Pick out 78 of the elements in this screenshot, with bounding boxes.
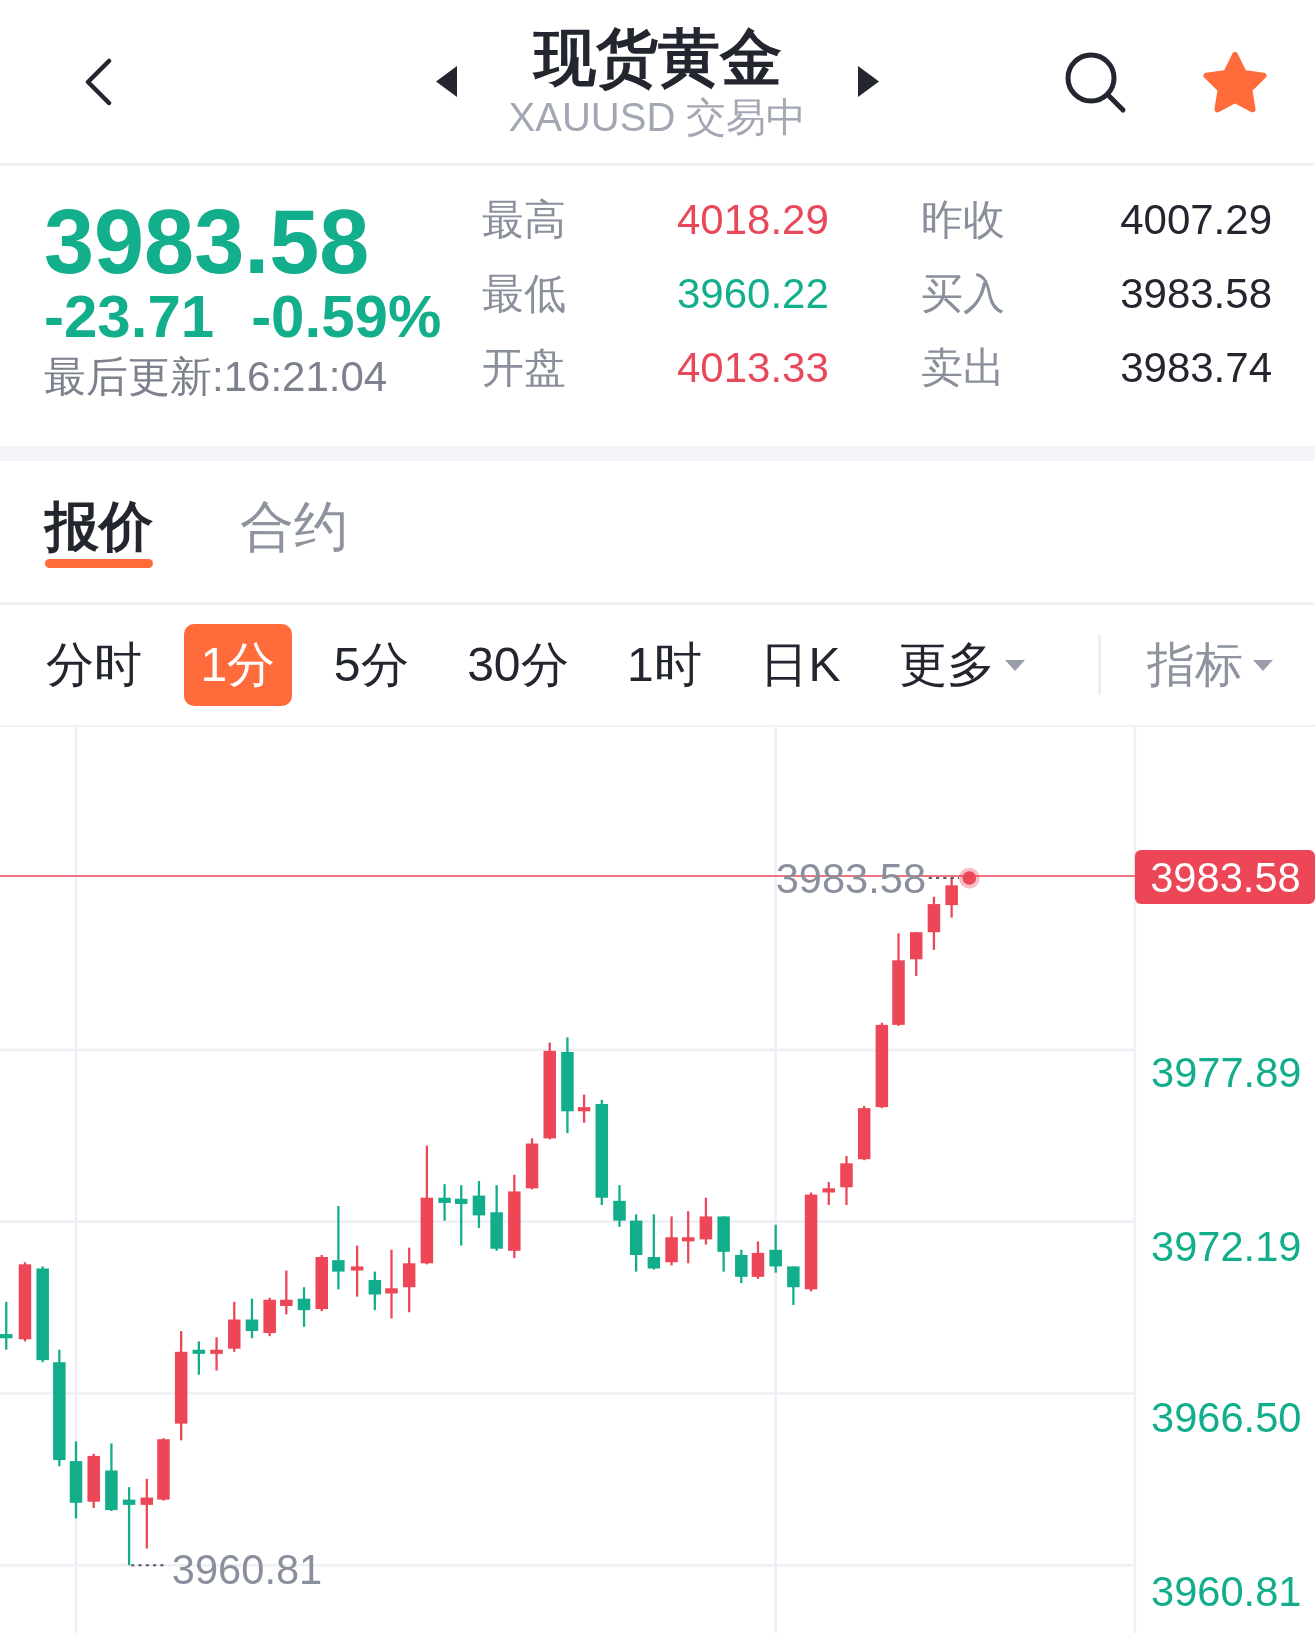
falling-candle xyxy=(368,1271,382,1311)
low-price-label: 3960.81 xyxy=(171,1545,323,1593)
rising-candle xyxy=(822,1182,835,1205)
rising-candle xyxy=(945,878,958,918)
tab[interactable]: 报价 xyxy=(45,499,153,568)
stat-label: 最高 xyxy=(482,195,567,245)
update-time: 最后更新:16:21:04 xyxy=(44,354,389,400)
rising-candle xyxy=(263,1297,276,1337)
falling-candle xyxy=(0,1301,13,1350)
stat-value: 3960.22 xyxy=(677,270,830,318)
rising-candle xyxy=(681,1211,695,1264)
falling-candle xyxy=(787,1266,800,1305)
caret-right-icon[interactable] xyxy=(858,66,880,97)
back-icon[interactable] xyxy=(83,57,113,106)
axis-label: 3966.50 xyxy=(1151,1393,1302,1441)
stat-value: 4007.29 xyxy=(1120,196,1272,244)
period-tab[interactable]: 分时 xyxy=(29,624,159,706)
falling-candle xyxy=(647,1214,661,1270)
falling-candle xyxy=(472,1181,486,1228)
period-tab[interactable]: 日K xyxy=(743,624,858,706)
price-badge: 3983.58 xyxy=(1134,849,1315,905)
stat-label: 昨收 xyxy=(921,195,1006,245)
last-price: 3983.58 xyxy=(44,194,371,290)
price-change: -23.71 xyxy=(44,290,215,344)
falling-candle xyxy=(455,1185,468,1246)
falling-candle xyxy=(192,1341,206,1375)
rising-candle xyxy=(857,1106,871,1161)
axis-label: 3977.89 xyxy=(1151,1049,1302,1097)
rising-candle xyxy=(157,1438,170,1501)
rising-candle xyxy=(350,1245,364,1297)
falling-candle xyxy=(717,1216,730,1272)
rising-candle xyxy=(840,1156,853,1205)
rising-candle xyxy=(910,932,923,976)
rising-candle xyxy=(210,1337,223,1371)
rising-candle xyxy=(402,1247,416,1313)
percent-change: -0.59% xyxy=(251,290,442,344)
period-tab[interactable]: 30分 xyxy=(450,624,586,706)
caret-down-icon xyxy=(1005,659,1025,671)
falling-candle xyxy=(297,1287,311,1327)
falling-candle xyxy=(613,1185,626,1227)
axis-label: 3960.81 xyxy=(1151,1567,1302,1615)
rising-candle xyxy=(87,1453,100,1508)
caret-down-icon xyxy=(1253,659,1273,671)
rising-candle xyxy=(525,1138,539,1190)
falling-candle xyxy=(735,1249,748,1284)
rising-candle xyxy=(280,1270,293,1315)
stat-label: 买入 xyxy=(921,269,1006,319)
rising-candle xyxy=(385,1249,398,1319)
rising-candle xyxy=(228,1301,241,1352)
period-tab[interactable]: 1时 xyxy=(610,624,719,706)
rising-candle xyxy=(315,1254,328,1312)
falling-candle xyxy=(245,1298,259,1339)
stat-label: 最低 xyxy=(482,269,567,319)
rising-candle xyxy=(927,896,941,950)
page-title: 现货黄金 xyxy=(533,22,782,93)
pulse-dot-icon xyxy=(958,867,980,889)
stat-value: 3983.74 xyxy=(1120,344,1272,392)
caret-left-icon[interactable] xyxy=(435,66,457,97)
rising-candle xyxy=(140,1478,154,1549)
leader-line xyxy=(928,877,959,880)
stat-value: 4013.33 xyxy=(677,344,830,392)
falling-candle xyxy=(490,1185,503,1251)
period-tab[interactable]: 5分 xyxy=(316,624,426,706)
falling-candle xyxy=(438,1184,451,1221)
axis-label: 3972.19 xyxy=(1151,1223,1302,1271)
rising-candle xyxy=(699,1197,713,1245)
stat-label: 开盘 xyxy=(482,343,567,393)
falling-candle xyxy=(629,1214,643,1272)
stat-value: 3983.58 xyxy=(1120,270,1272,318)
stat-label: 卖出 xyxy=(921,343,1006,393)
stat-value: 4018.29 xyxy=(677,196,830,244)
falling-candle xyxy=(105,1443,118,1512)
rising-candle xyxy=(577,1094,591,1123)
page-subtitle: XAUUSD 交易中 xyxy=(508,93,807,141)
rising-candle xyxy=(751,1241,765,1279)
period-menu-button[interactable]: 更多 xyxy=(882,624,1042,706)
falling-candle xyxy=(769,1224,782,1273)
rising-candle xyxy=(665,1216,678,1266)
